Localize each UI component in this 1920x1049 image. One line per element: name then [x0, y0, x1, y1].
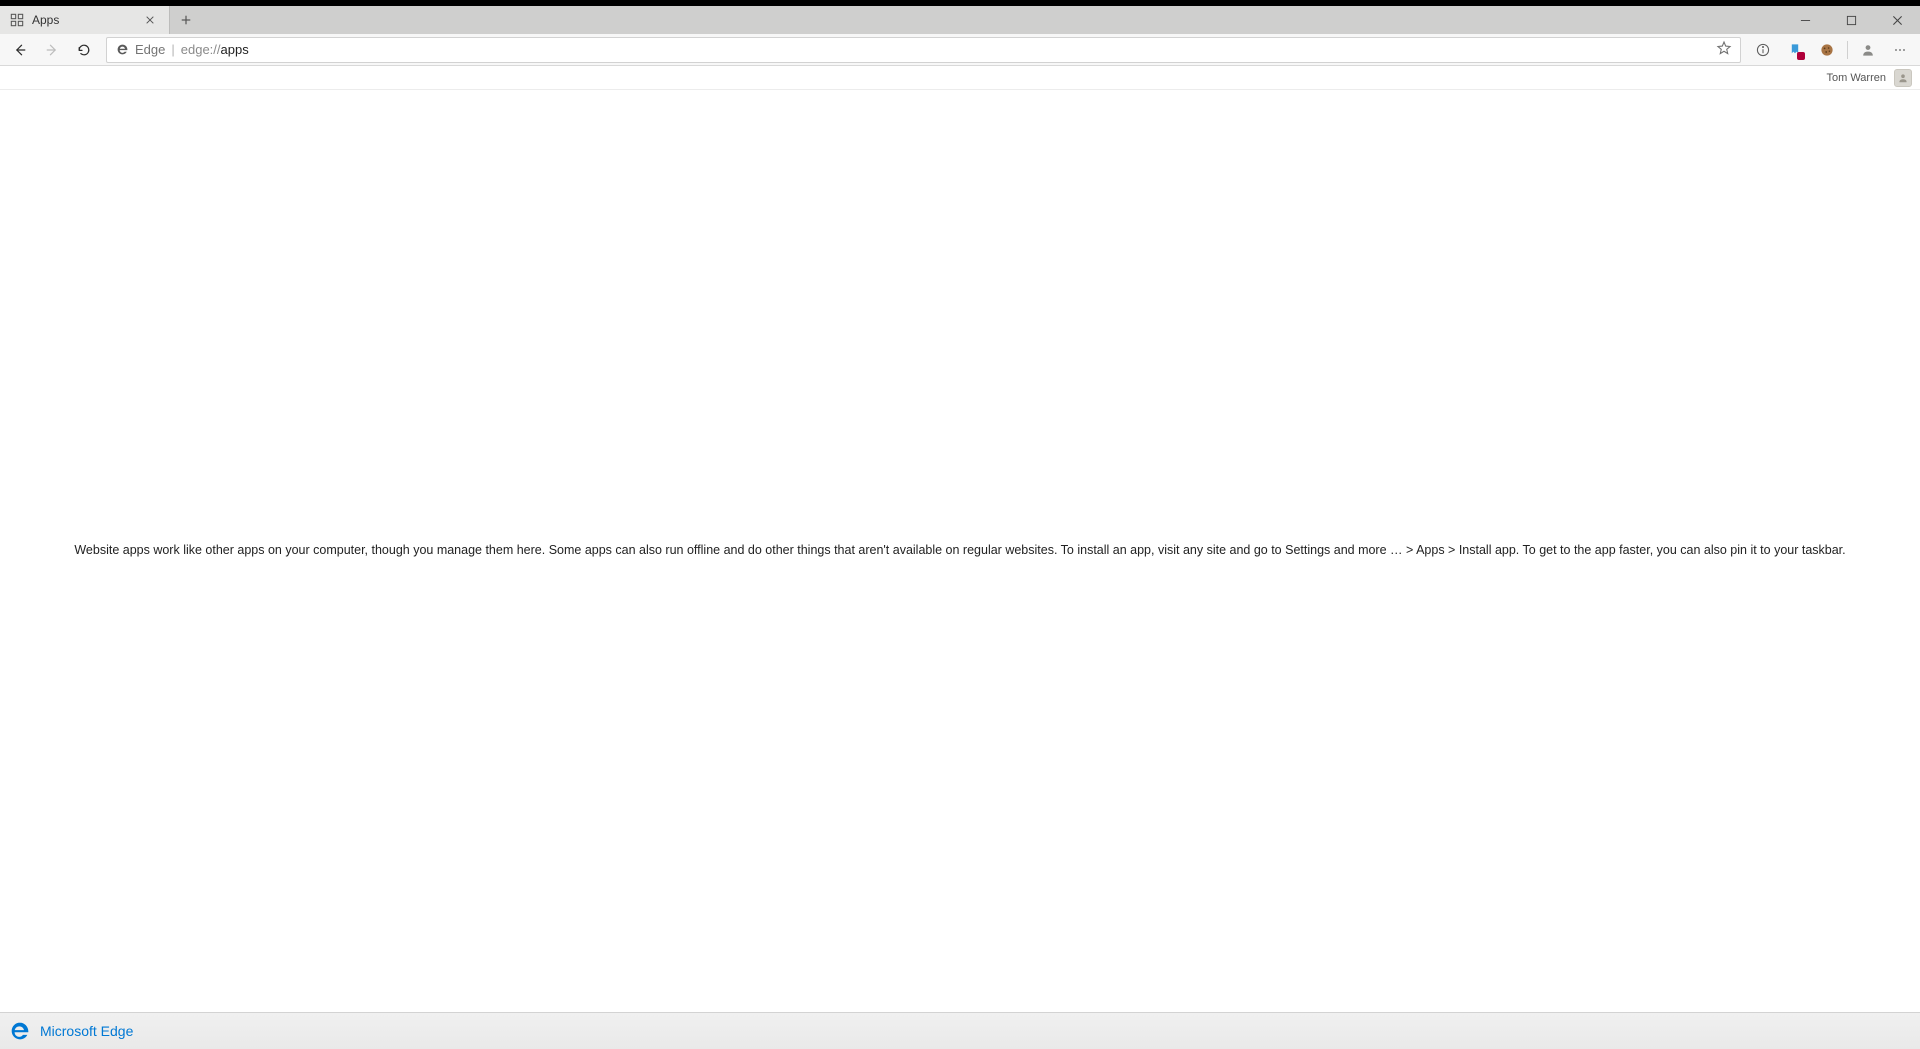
profile-name: Tom Warren: [1827, 72, 1887, 84]
favorite-star-icon[interactable]: [1716, 40, 1732, 59]
window-controls: [1782, 6, 1920, 34]
taskbar-app-label: Microsoft Edge: [40, 1023, 133, 1039]
page-content: Website apps work like other apps on you…: [0, 90, 1920, 1012]
tab-strip-spacer: [202, 6, 1782, 34]
settings-more-button[interactable]: [1886, 36, 1914, 64]
new-tab-button[interactable]: [170, 6, 202, 34]
address-url-path: apps: [221, 42, 249, 57]
extension-badge-icon: [1797, 52, 1805, 60]
back-button[interactable]: [6, 36, 34, 64]
address-bar[interactable]: Edge | edge://apps: [106, 37, 1741, 63]
extension-feedback-button[interactable]: [1781, 36, 1809, 64]
tab-apps[interactable]: Apps: [0, 6, 170, 34]
address-url-scheme: edge://: [181, 42, 221, 57]
site-identity-icon: [115, 43, 129, 57]
address-origin-label: Edge: [135, 42, 165, 57]
apps-grid-icon: [10, 13, 24, 27]
site-info-button[interactable]: [1749, 36, 1777, 64]
edge-logo-icon[interactable]: [10, 1021, 30, 1041]
refresh-button[interactable]: [70, 36, 98, 64]
forward-button[interactable]: [38, 36, 66, 64]
apps-help-text: Website apps work like other apps on you…: [74, 542, 1845, 560]
window-close-button[interactable]: [1874, 6, 1920, 34]
toolbar-right: [1749, 36, 1914, 64]
address-separator: |: [171, 42, 174, 57]
toolbar: Edge | edge://apps: [0, 34, 1920, 66]
tab-close-button[interactable]: [141, 11, 159, 29]
profile-button[interactable]: [1854, 36, 1882, 64]
profile-avatar[interactable]: [1894, 69, 1912, 87]
tab-strip: Apps: [0, 6, 1920, 34]
taskbar: Microsoft Edge: [0, 1012, 1920, 1049]
window-minimize-button[interactable]: [1782, 6, 1828, 34]
window-maximize-button[interactable]: [1828, 6, 1874, 34]
profile-bar: Tom Warren: [0, 66, 1920, 90]
extension-cookie-button[interactable]: [1813, 36, 1841, 64]
tab-title: Apps: [32, 13, 141, 27]
toolbar-divider: [1847, 41, 1848, 59]
